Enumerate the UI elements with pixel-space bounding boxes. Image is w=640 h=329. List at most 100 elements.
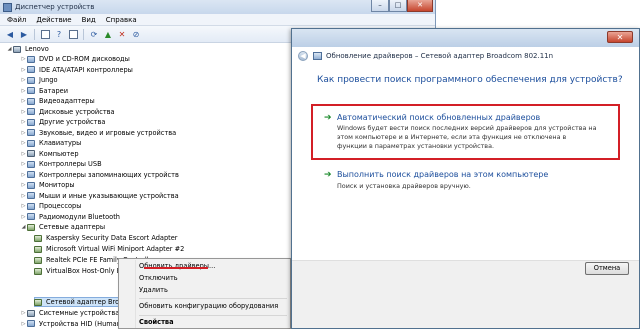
back-arrow-icon[interactable]: ◀ bbox=[298, 51, 308, 61]
menu-item-scan-hardware[interactable]: Обновить конфигурацию оборудования bbox=[139, 302, 278, 312]
description-line: этом компьютере и в Интернете, если эта … bbox=[337, 133, 567, 141]
tree-category-network[interactable]: ◢ Сетевые адаптеры bbox=[20, 222, 105, 232]
option-auto-search[interactable]: Автоматический поиск обновленных драйвер… bbox=[337, 113, 540, 122]
expand-icon[interactable]: ▷ bbox=[20, 56, 27, 62]
tree-category[interactable]: ▷ Мониторы bbox=[20, 180, 75, 190]
mouse-icon bbox=[27, 192, 35, 199]
expand-icon[interactable]: ▷ bbox=[20, 67, 27, 73]
highlight-underline bbox=[144, 267, 208, 269]
help-icon[interactable]: ? bbox=[53, 28, 65, 40]
category-label: Мыши и иные указывающие устройства bbox=[39, 191, 179, 200]
expand-icon[interactable]: ▷ bbox=[20, 214, 27, 220]
close-button[interactable]: ✕ bbox=[407, 0, 433, 12]
expand-icon[interactable]: ▷ bbox=[20, 310, 27, 316]
menu-gutter bbox=[135, 260, 136, 328]
tree-category[interactable]: ▷ Контроллеры запоминающих устройств bbox=[20, 170, 179, 180]
monitor-icon bbox=[27, 181, 35, 189]
forward-arrow-icon[interactable]: ▶ bbox=[18, 28, 30, 40]
expand-icon[interactable]: ▷ bbox=[20, 151, 27, 157]
category-label: Радиомодули Bluetooth bbox=[39, 212, 120, 221]
expand-icon[interactable]: ▷ bbox=[20, 321, 27, 327]
menu-help[interactable]: Справка bbox=[101, 16, 142, 24]
menu-view[interactable]: Вид bbox=[77, 16, 101, 24]
collapse-icon[interactable]: ◢ bbox=[6, 46, 13, 52]
tree-category[interactable]: ▷ Звуковые, видео и игровые устройства bbox=[20, 128, 177, 138]
minimize-button[interactable]: – bbox=[371, 0, 389, 12]
tree-device[interactable]: Microsoft Virtual WiFi Miniport Adapter … bbox=[34, 244, 184, 254]
expand-icon[interactable]: ▷ bbox=[20, 119, 27, 125]
network-adapter-icon bbox=[34, 298, 42, 306]
expand-icon[interactable]: ▷ bbox=[20, 203, 27, 209]
menu-item-properties[interactable]: Свойства bbox=[139, 318, 174, 328]
tree-category[interactable]: ▷ Jungo bbox=[20, 75, 58, 85]
maximize-button[interactable]: □ bbox=[389, 0, 407, 12]
category-label: Мониторы bbox=[39, 181, 75, 189]
window-title: Диспетчер устройств bbox=[15, 3, 95, 11]
back-arrow-icon[interactable]: ◀ bbox=[4, 28, 16, 40]
menu-action[interactable]: Действие bbox=[31, 16, 76, 24]
disable-icon[interactable]: ⊘ bbox=[130, 28, 142, 40]
category-label: Видеоадаптеры bbox=[39, 97, 95, 105]
tree-root[interactable]: ◢ Lenovo bbox=[6, 44, 49, 54]
expand-icon[interactable]: ▷ bbox=[20, 98, 27, 104]
tree-category[interactable]: ▷ Контроллеры USB bbox=[20, 159, 102, 169]
expand-icon[interactable]: ▷ bbox=[20, 109, 27, 115]
tree-category[interactable]: ▷ Другие устройства bbox=[20, 117, 106, 127]
tree-category[interactable]: ▷ Компьютер bbox=[20, 149, 79, 159]
tree-category[interactable]: ▷ Клавиатуры bbox=[20, 138, 82, 148]
expand-icon[interactable]: ▷ bbox=[20, 161, 27, 167]
expand-icon[interactable]: ▷ bbox=[20, 140, 27, 146]
category-label: Процессоры bbox=[39, 202, 82, 210]
menu-file[interactable]: Файл bbox=[2, 16, 31, 24]
tree-category[interactable]: ▷ Процессоры bbox=[20, 201, 82, 211]
network-adapter-icon bbox=[34, 245, 42, 253]
expand-icon[interactable]: ▷ bbox=[20, 193, 27, 199]
cancel-button[interactable]: Отмена bbox=[585, 262, 629, 275]
network-adapter-icon bbox=[34, 267, 42, 275]
dialog-close-button[interactable]: ✕ bbox=[607, 31, 633, 43]
expand-icon[interactable]: ▷ bbox=[20, 182, 27, 188]
option-manual-description: Поиск и установка драйверов вручную. bbox=[337, 182, 617, 191]
tree-category[interactable]: ▷ DVD и CD-ROM дисководы bbox=[20, 54, 130, 64]
expand-icon[interactable]: ▷ bbox=[20, 88, 27, 94]
expand-icon[interactable]: ▷ bbox=[20, 172, 27, 178]
tree-category[interactable]: ▷ Дисковые устройства bbox=[20, 107, 115, 117]
tree-category[interactable]: ▷ Батареи bbox=[20, 86, 68, 96]
expand-icon[interactable]: ▷ bbox=[20, 130, 27, 136]
expand-icon[interactable]: ▷ bbox=[20, 77, 27, 83]
jungo-icon bbox=[27, 76, 35, 84]
menu-item-disable[interactable]: Отключить bbox=[139, 274, 178, 284]
toolbar-separator bbox=[34, 28, 35, 40]
title-bar[interactable]: Диспетчер устройств – □ ✕ bbox=[0, 0, 435, 14]
category-label: Батареи bbox=[39, 86, 68, 95]
update-driver-dialog: ✕ ◀ Обновление драйверов – Сетевой адапт… bbox=[291, 28, 640, 329]
tree-category[interactable]: ▷ Системные устройства bbox=[20, 308, 120, 318]
toolbar-separator bbox=[83, 28, 84, 40]
computer-icon bbox=[13, 45, 21, 53]
menu-item-uninstall[interactable]: Удалить bbox=[139, 286, 168, 296]
category-label: Другие устройства bbox=[39, 118, 106, 126]
update-driver-icon[interactable]: ▲ bbox=[102, 28, 114, 40]
properties-icon[interactable] bbox=[39, 28, 51, 40]
category-label: Клавиатуры bbox=[39, 139, 82, 147]
scan-hardware-icon[interactable]: ⟳ bbox=[88, 28, 100, 40]
category-label: Дисковые устройства bbox=[39, 107, 115, 116]
category-label: Компьютер bbox=[39, 149, 79, 158]
dialog-frame[interactable]: ✕ bbox=[292, 29, 639, 47]
tree-category[interactable]: ▷ Радиомодули Bluetooth bbox=[20, 212, 120, 222]
tree-category[interactable]: ▷ IDE ATA/ATAPI контроллеры bbox=[20, 65, 133, 75]
tree-device[interactable]: Kaspersky Security Data Escort Adapter bbox=[34, 233, 177, 243]
disk-drive-icon bbox=[27, 108, 35, 115]
category-label: Звуковые, видео и игровые устройства bbox=[39, 128, 177, 137]
tree-category[interactable]: ▷ Мыши и иные указывающие устройства bbox=[20, 191, 179, 201]
tree-category[interactable]: ▷ Видеоадаптеры bbox=[20, 96, 95, 106]
view-icon[interactable] bbox=[67, 28, 79, 40]
category-label: Jungo bbox=[39, 76, 58, 84]
device-label: Microsoft Virtual WiFi Miniport Adapter … bbox=[46, 245, 185, 253]
keyboard-icon bbox=[27, 139, 35, 147]
collapse-icon[interactable]: ◢ bbox=[20, 224, 27, 230]
uninstall-icon[interactable]: ✕ bbox=[116, 28, 128, 40]
system-devices-icon bbox=[27, 309, 35, 317]
option-manual-search[interactable]: Выполнить поиск драйверов на этом компью… bbox=[337, 170, 548, 179]
category-label: Контроллеры USB bbox=[39, 160, 102, 168]
